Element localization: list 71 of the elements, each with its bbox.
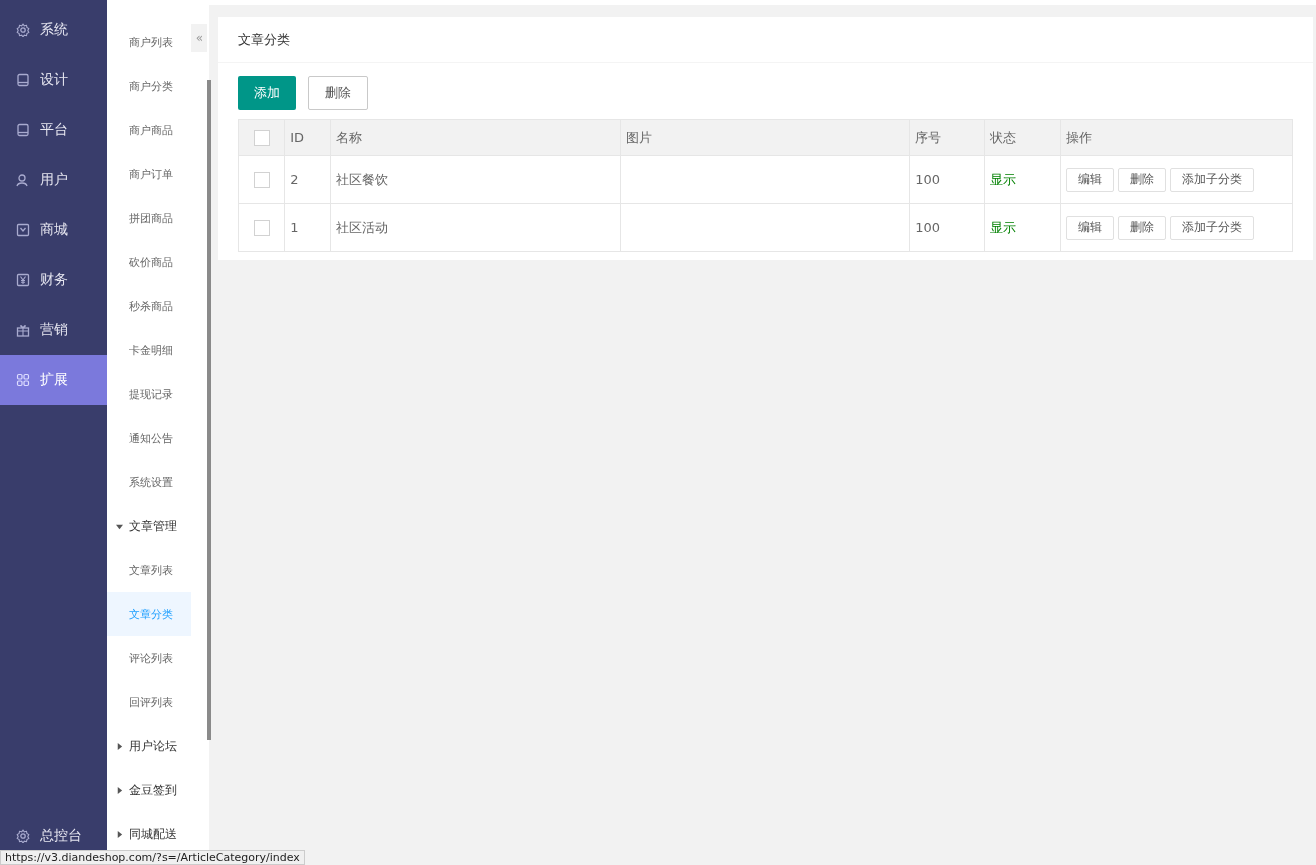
row-checkbox[interactable] bbox=[253, 219, 270, 236]
submenu-item[interactable]: 商户订单 bbox=[107, 152, 191, 196]
action-button[interactable]: 添加子分类 bbox=[1170, 215, 1254, 240]
nav-item[interactable]: 财务 bbox=[0, 255, 108, 305]
row-checkbox[interactable] bbox=[253, 171, 270, 188]
group-label: 用户论坛 bbox=[129, 737, 178, 755]
gift-icon bbox=[16, 323, 30, 337]
submenu-item[interactable]: 商户分类 bbox=[107, 64, 191, 108]
submenu-item[interactable]: 回评列表 bbox=[107, 680, 191, 724]
gear-icon bbox=[16, 829, 30, 843]
status-cell: 显示 bbox=[984, 155, 1061, 204]
submenu-item[interactable]: 砍价商品 bbox=[107, 240, 191, 284]
caret-icon bbox=[116, 742, 124, 750]
nav-item[interactable]: 系统 bbox=[0, 5, 108, 55]
nav-item[interactable]: 扩展 bbox=[0, 355, 108, 405]
action-button[interactable]: 删除 bbox=[1118, 215, 1166, 240]
yen-icon bbox=[16, 273, 30, 287]
column-header: 名称 bbox=[330, 119, 621, 156]
panel-title: 文章分类 bbox=[218, 17, 1313, 63]
submenu-item[interactable]: 秒杀商品 bbox=[107, 284, 191, 328]
url-tooltip: https://v3.diandeshop.com/?s=/ArticleCategory/index bbox=[0, 850, 305, 865]
dashboard-link[interactable]: 总控台 bbox=[0, 821, 108, 851]
delete-button[interactable]: 删除 bbox=[308, 76, 368, 110]
submenu-item[interactable]: 拼团商品 bbox=[107, 196, 191, 240]
nav-item[interactable]: 营销 bbox=[0, 305, 108, 355]
table-cell: 2 bbox=[284, 155, 331, 204]
submenu-item[interactable]: 提现记录 bbox=[107, 372, 191, 416]
select-all-checkbox[interactable] bbox=[253, 129, 270, 146]
table-cell: 社区活动 bbox=[330, 203, 621, 252]
nav-item[interactable]: 用户 bbox=[0, 155, 108, 205]
column-header: 序号 bbox=[909, 119, 985, 156]
tablet-icon bbox=[16, 73, 30, 87]
caret-icon bbox=[116, 830, 124, 838]
submenu-item[interactable]: 文章列表 bbox=[107, 548, 191, 592]
submenu-item[interactable]: 系统设置 bbox=[107, 460, 191, 504]
add-button[interactable]: 添加 bbox=[238, 76, 296, 110]
status-cell: 显示 bbox=[984, 203, 1061, 252]
submenu-group[interactable]: 金豆签到 bbox=[107, 768, 191, 812]
table-cell: 100 bbox=[909, 155, 985, 204]
submenu-item[interactable]: 商户列表 bbox=[107, 20, 191, 64]
tablet-icon bbox=[16, 123, 30, 137]
group-label: 同城配送 bbox=[129, 825, 178, 843]
grid-icon bbox=[16, 373, 30, 387]
caret-icon bbox=[116, 522, 124, 530]
column-header: 状态 bbox=[984, 119, 1061, 156]
column-header: ID bbox=[284, 119, 331, 156]
group-label: 金豆签到 bbox=[129, 781, 178, 799]
gear-icon bbox=[16, 23, 30, 37]
caret-icon bbox=[116, 786, 124, 794]
action-button[interactable]: 删除 bbox=[1118, 167, 1166, 192]
nav-item[interactable]: 商城 bbox=[0, 205, 108, 255]
submenu-item[interactable]: 通知公告 bbox=[107, 416, 191, 460]
submenu-item[interactable]: 卡金明细 bbox=[107, 328, 191, 372]
column-header: 操作 bbox=[1060, 119, 1293, 156]
scrollbar[interactable] bbox=[207, 80, 212, 740]
bag-icon bbox=[16, 223, 30, 237]
nav-item[interactable]: 设计 bbox=[0, 55, 108, 105]
table-cell: 1 bbox=[284, 203, 331, 252]
action-button[interactable]: 添加子分类 bbox=[1170, 167, 1254, 192]
submenu-group[interactable]: 用户论坛 bbox=[107, 724, 191, 768]
table-cell: 100 bbox=[909, 203, 985, 252]
group-label: 文章管理 bbox=[129, 517, 178, 535]
action-button[interactable]: 编辑 bbox=[1066, 215, 1114, 240]
action-button[interactable]: 编辑 bbox=[1066, 167, 1114, 192]
submenu-group[interactable]: 文章管理 bbox=[107, 504, 191, 548]
submenu-item[interactable]: 评论列表 bbox=[107, 636, 191, 680]
column-header: 图片 bbox=[620, 119, 910, 156]
submenu-item[interactable]: 商户商品 bbox=[107, 108, 191, 152]
user-icon bbox=[16, 173, 30, 187]
nav-item[interactable]: 平台 bbox=[0, 105, 108, 155]
table-cell: 社区餐饮 bbox=[330, 155, 621, 204]
